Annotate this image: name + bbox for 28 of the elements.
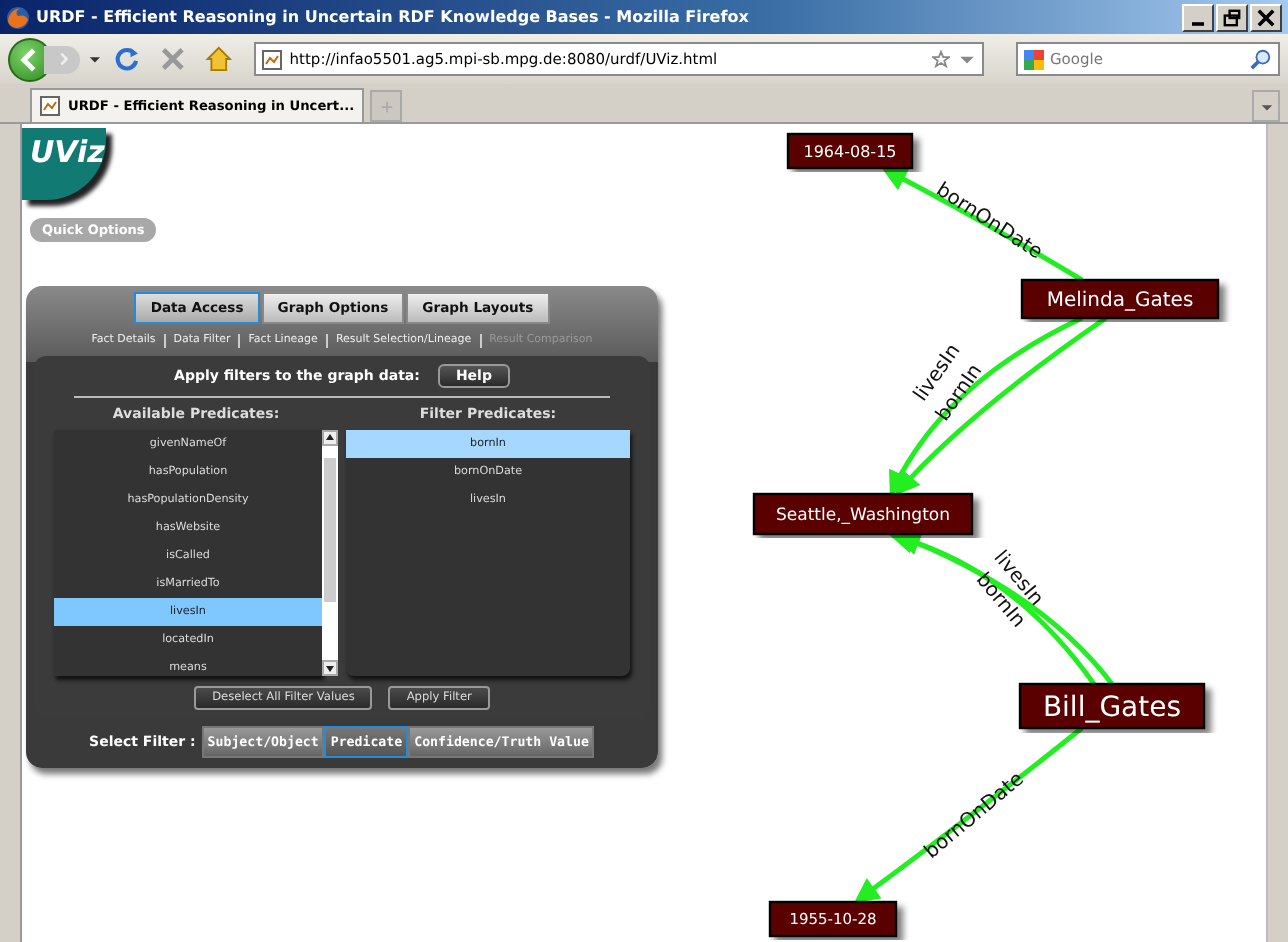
graph-node[interactable]: Bill_Gates [1018,682,1206,730]
star-icon[interactable] [931,50,950,68]
minimize-icon [1192,21,1204,25]
restore-button[interactable] [1216,3,1248,31]
page-icon [40,96,60,116]
home-icon[interactable] [204,44,234,74]
down-arrow-icon[interactable] [324,662,336,674]
graph-node[interactable]: 1964-08-15 [786,132,914,170]
search-engine-icon[interactable] [1023,49,1044,69]
scrollbar[interactable] [322,430,338,676]
window-title: URDF - Efficient Reasoning in Uncertain RDF Knowledge Bases - Mozilla Firefox [36,8,751,26]
logo: UViz [22,128,106,200]
close-icon [1252,5,1280,29]
reload-icon[interactable] [112,44,143,74]
up-arrow-icon[interactable] [324,432,336,444]
graph-node[interactable]: Seattle,_Washington [752,492,974,536]
graph-node[interactable]: Melinda_Gates [1020,278,1220,320]
page-icon [261,49,282,69]
tab-list-button[interactable] [1252,90,1280,122]
dropdown-icon[interactable] [87,52,101,66]
restore-icon [1218,5,1246,29]
close-button[interactable] [1250,3,1282,31]
search-icon[interactable] [1249,48,1272,70]
plus-icon [379,99,394,113]
minimize-button[interactable] [1182,3,1214,31]
stop-icon[interactable] [158,44,188,74]
browser-logo-icon [6,5,30,29]
caret-icon [1259,99,1273,113]
